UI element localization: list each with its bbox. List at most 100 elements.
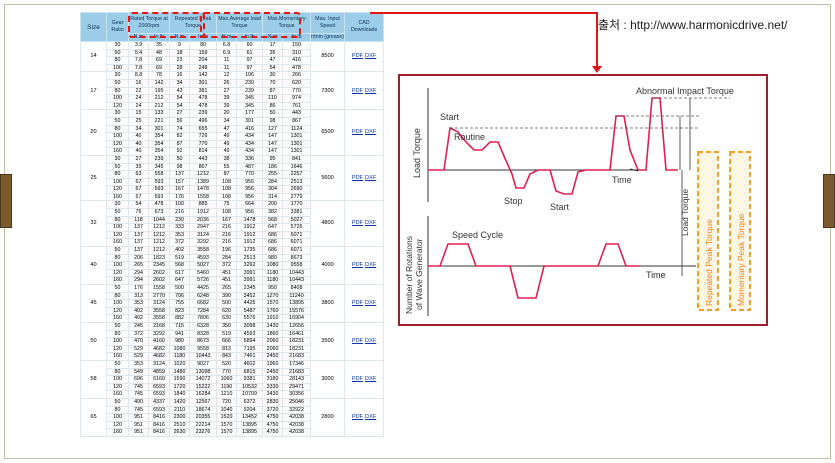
right-scroll-handle[interactable] bbox=[823, 174, 835, 228]
dxf-download-link[interactable]: DXF bbox=[365, 262, 376, 268]
table-cell: 265 bbox=[216, 284, 238, 293]
table-cell: 100 bbox=[106, 132, 129, 141]
torque-spec-table: Size Gear Ratio Rated Torque at 2000rpm … bbox=[80, 12, 385, 437]
table-cell: 1735 bbox=[236, 246, 264, 255]
table-cell: 142 bbox=[147, 78, 171, 88]
table-cell: 2036 bbox=[189, 215, 218, 225]
table-cell: 941 bbox=[169, 329, 191, 339]
table-cell: 2257 bbox=[282, 170, 312, 179]
table-cell: 32922 bbox=[282, 405, 312, 415]
table-cell: 1020 bbox=[169, 359, 191, 369]
table-cell: 814 bbox=[189, 147, 218, 156]
table-cell: 443 bbox=[282, 109, 312, 118]
table-cell: 50 bbox=[106, 116, 129, 126]
table-cell: 61 bbox=[236, 48, 264, 58]
table-cell: 1212 bbox=[147, 230, 171, 240]
table-cell: 647 bbox=[262, 223, 284, 232]
table-cell: 4859 bbox=[147, 367, 171, 377]
table-cell: 4160 bbox=[147, 337, 171, 346]
table-cell: 520 bbox=[216, 359, 238, 369]
table-cell: 372 bbox=[128, 329, 149, 339]
table-cell: 8673 bbox=[282, 253, 312, 263]
size-cell: 17 bbox=[80, 71, 107, 111]
table-cell: 35 bbox=[147, 41, 171, 50]
size-cell: 40 bbox=[80, 246, 107, 285]
table-cell: 434 bbox=[236, 139, 264, 149]
dxf-download-link[interactable]: DXF bbox=[365, 53, 376, 59]
table-cell: 23276 bbox=[189, 428, 218, 437]
table-cell: 47 bbox=[216, 124, 238, 134]
table-cell: 470 bbox=[128, 337, 149, 346]
pdf-download-link[interactable]: PDF bbox=[352, 376, 363, 382]
pdf-download-link[interactable]: PDF bbox=[352, 300, 363, 306]
table-cell: 2690 bbox=[282, 185, 312, 194]
dxf-download-link[interactable]: DXF bbox=[365, 338, 376, 344]
table-cell: 6071 bbox=[282, 230, 312, 240]
table-cell: 1212 bbox=[147, 223, 171, 232]
table-cell: 9 bbox=[169, 41, 191, 50]
table-cell: 98 bbox=[169, 162, 191, 172]
pdf-download-link[interactable]: PDF bbox=[352, 53, 363, 59]
table-cell: 549 bbox=[128, 367, 149, 377]
table-cell: 9204 bbox=[236, 405, 264, 415]
table-cell: 42038 bbox=[282, 428, 312, 437]
dxf-download-link[interactable]: DXF bbox=[365, 220, 376, 226]
table-cell: 69 bbox=[147, 63, 171, 73]
pdf-download-link[interactable]: PDF bbox=[352, 262, 363, 268]
size-cell: 50 bbox=[80, 321, 107, 361]
table-cell: 80 bbox=[106, 56, 129, 65]
table-cell: 354 bbox=[147, 147, 171, 156]
table-cell: 50 bbox=[106, 78, 129, 88]
left-scroll-handle[interactable] bbox=[0, 174, 12, 228]
dxf-download-link[interactable]: DXF bbox=[365, 175, 376, 181]
table-cell: 177 bbox=[236, 109, 264, 118]
table-cell: 5487 bbox=[236, 306, 264, 316]
table-cell: 951 bbox=[128, 428, 149, 437]
table-cell: 1180 bbox=[262, 268, 284, 278]
table-cell: 3991 bbox=[236, 276, 264, 285]
table-cell: 266 bbox=[282, 71, 312, 80]
table-cell: 15222 bbox=[189, 382, 218, 392]
table-cell: 127 bbox=[262, 124, 284, 134]
table-cell: 9558 bbox=[189, 344, 218, 354]
table-cell: 617 bbox=[169, 268, 191, 278]
dxf-download-link[interactable]: DXF bbox=[365, 88, 376, 94]
table-cell: 841 bbox=[282, 154, 312, 164]
table-cell: 50 bbox=[106, 397, 129, 407]
table-cell: 529 bbox=[128, 352, 149, 361]
table-cell: 655 bbox=[189, 124, 218, 134]
table-cell: 416 bbox=[282, 56, 312, 65]
table-cell: 216 bbox=[169, 208, 191, 217]
pdf-download-link[interactable]: PDF bbox=[352, 175, 363, 181]
pdf-download-link[interactable]: PDF bbox=[352, 414, 363, 420]
table-cell: 4750 bbox=[262, 428, 284, 437]
table-cell: 18231 bbox=[282, 344, 312, 354]
table-cell: 80 bbox=[189, 41, 218, 50]
unit-rmin: r/min (grease) bbox=[310, 33, 346, 42]
pdf-download-link[interactable]: PDF bbox=[352, 220, 363, 226]
table-cell: 63 bbox=[128, 170, 149, 179]
table-cell: 9558 bbox=[282, 261, 312, 270]
pdf-download-link[interactable]: PDF bbox=[352, 129, 363, 135]
table-cell: 230 bbox=[169, 215, 191, 225]
table-cell: 1558 bbox=[147, 284, 171, 293]
table-row: 20 30 15 133 27 239 20 177 50 443 6500 PDF DXF bbox=[80, 109, 385, 156]
table-cell: 100 bbox=[169, 200, 191, 210]
table-cell: 745 bbox=[128, 382, 149, 392]
table-cell: 2168 bbox=[147, 321, 171, 331]
pdf-download-link[interactable]: PDF bbox=[352, 88, 363, 94]
table-cell: 160 bbox=[106, 352, 129, 361]
dxf-download-link[interactable]: DXF bbox=[365, 129, 376, 135]
table-cell: 118 bbox=[128, 215, 149, 225]
dxf-download-link[interactable]: DXF bbox=[365, 376, 376, 382]
table-cell: 1420 bbox=[169, 397, 191, 407]
header-max-input: Max. Input Speed bbox=[310, 12, 346, 34]
table-cell: 16 bbox=[128, 78, 149, 88]
pdf-download-link[interactable]: PDF bbox=[352, 338, 363, 344]
table-cell: 1301 bbox=[282, 139, 312, 149]
pointer-arrow-line bbox=[370, 12, 597, 14]
table-cell: 200 bbox=[262, 200, 284, 210]
dxf-download-link[interactable]: DXF bbox=[365, 414, 376, 420]
dxf-download-link[interactable]: DXF bbox=[365, 300, 376, 306]
table-cell: 167 bbox=[169, 185, 191, 194]
